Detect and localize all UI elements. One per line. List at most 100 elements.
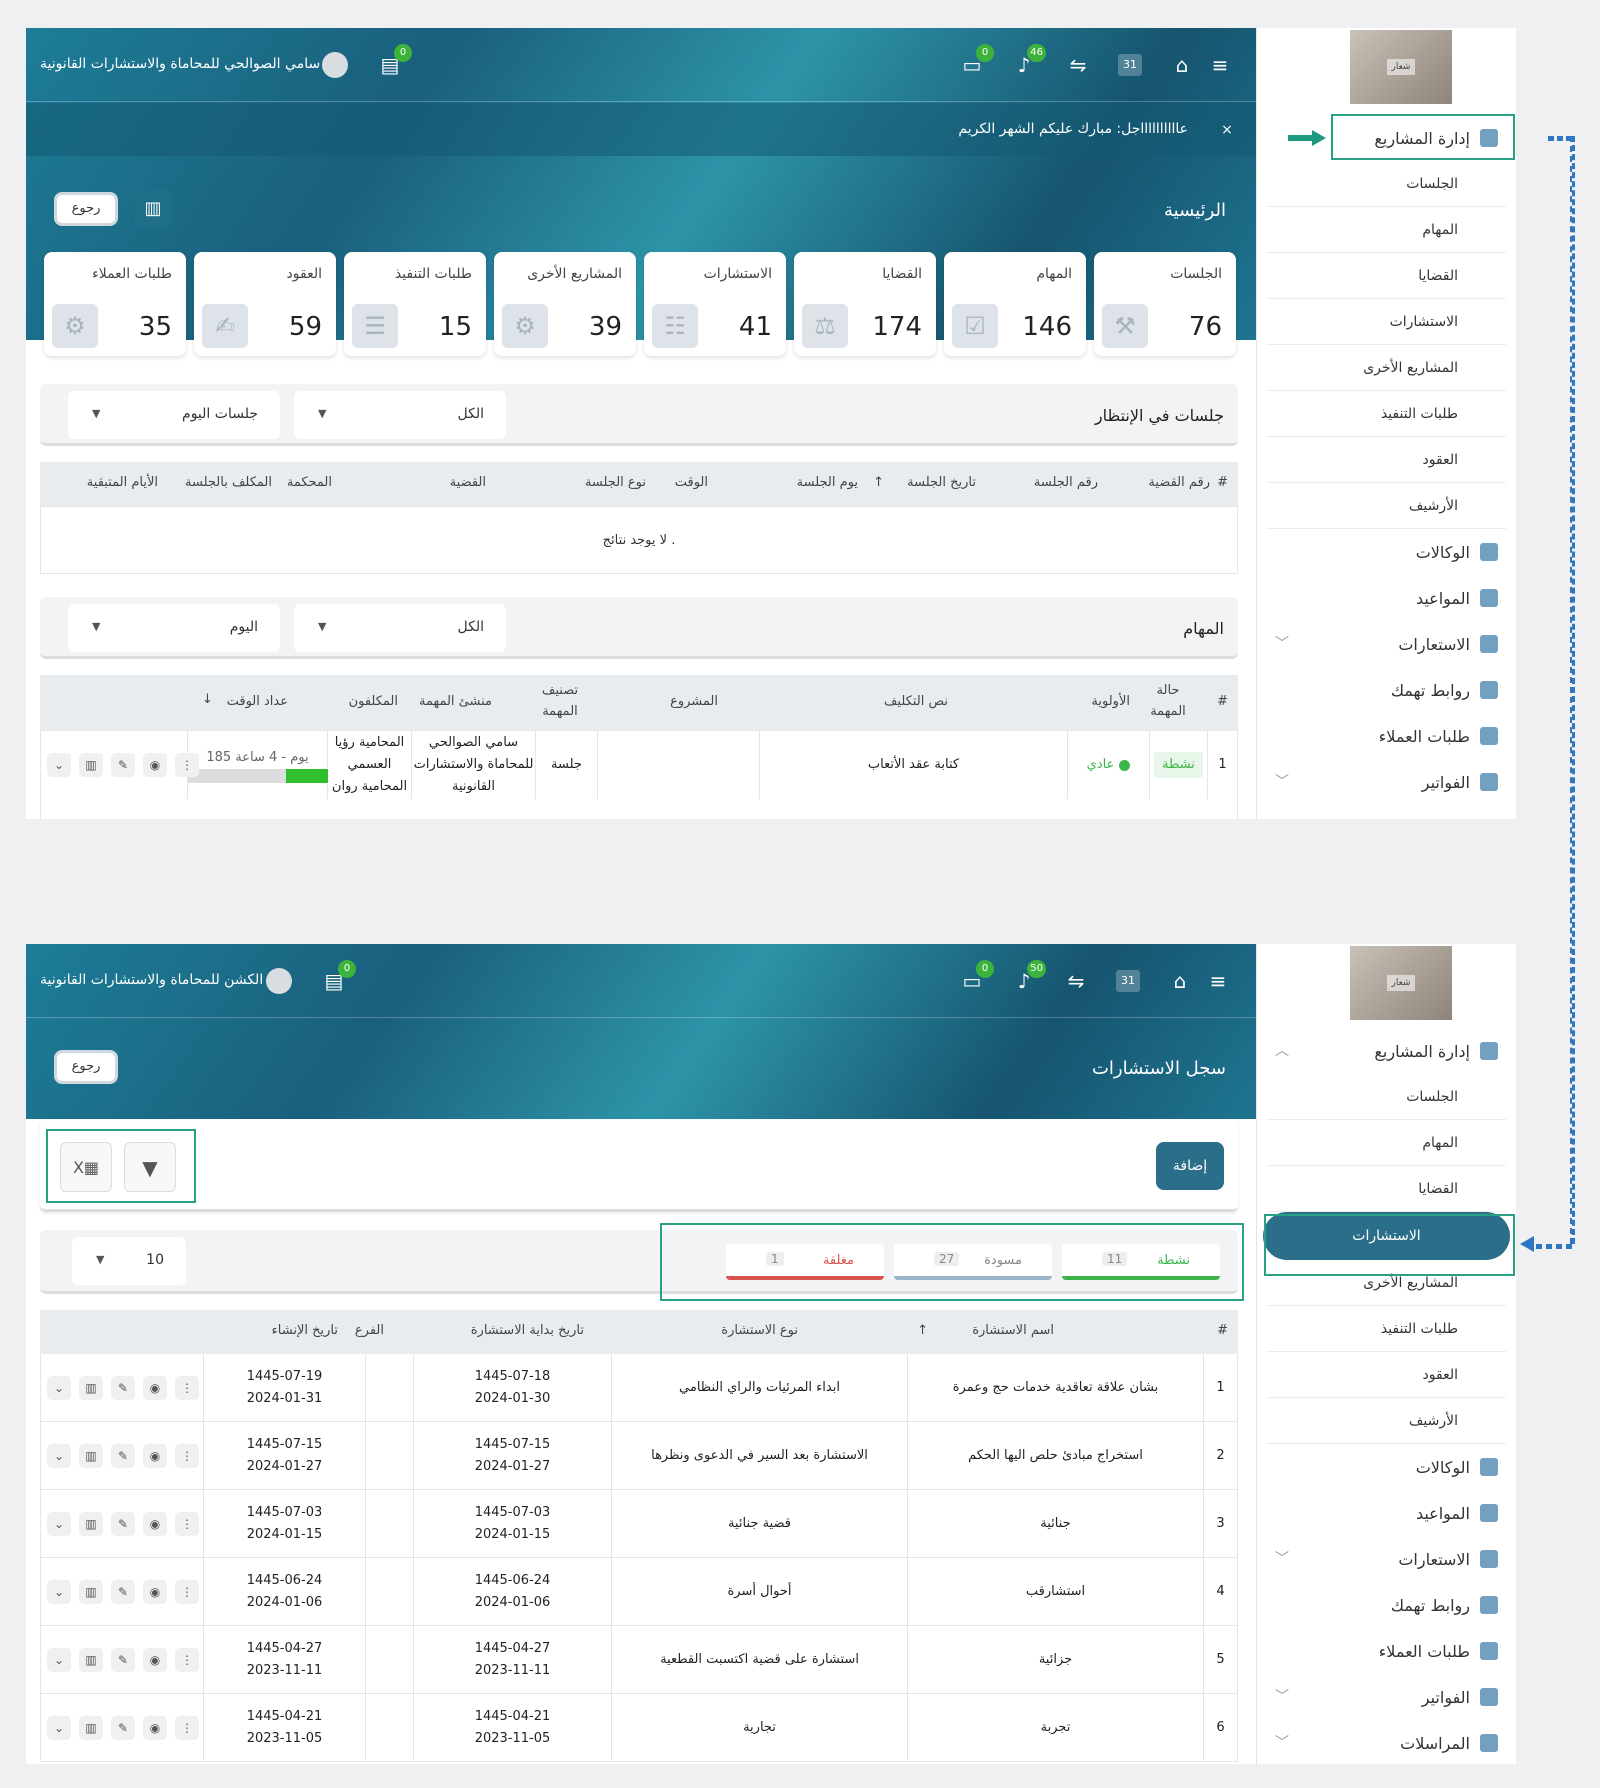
back-button[interactable]: رجوع — [54, 192, 118, 226]
sidebar-item[interactable]: طلبات العملاء — [1267, 1628, 1506, 1674]
menu-toggle-icon[interactable]: ≡ — [1206, 970, 1230, 992]
calendar-icon[interactable]: 31 — [1118, 54, 1142, 76]
stat-card[interactable]: الجلسات 76 ⚒ — [1094, 252, 1236, 356]
view-icon[interactable]: ◉ — [143, 1512, 167, 1536]
close-icon[interactable]: × — [1212, 115, 1242, 145]
column-header[interactable]: تاريخ الجلسة — [907, 475, 976, 490]
more-icon[interactable]: ⋮ — [175, 1376, 199, 1400]
sidebar-item[interactable]: المهام — [1267, 1120, 1506, 1166]
home-icon[interactable]: ⌂ — [1170, 54, 1194, 76]
user-avatar[interactable] — [322, 52, 348, 78]
tasks-filter-all[interactable]: الكل ▼ — [294, 604, 506, 652]
delete-icon[interactable]: ▥ — [79, 1580, 103, 1604]
column-header[interactable]: تاريخ الإنشاء — [272, 1323, 338, 1338]
sidebar-item[interactable]: الاستعارات ﹀ — [1267, 1536, 1506, 1582]
chat-icon[interactable]: ▤ 0 — [322, 960, 356, 992]
consultation-name[interactable]: استشارقب — [907, 1558, 1203, 1626]
edit-icon[interactable]: ✎ — [111, 1376, 135, 1400]
expand-icon[interactable]: ⌄ — [47, 753, 71, 777]
bell-icon[interactable]: ♪ 50 — [1012, 960, 1046, 992]
edit-icon[interactable]: ✎ — [111, 1580, 135, 1604]
toggle-icon[interactable]: ⇋ — [1064, 970, 1088, 992]
more-icon[interactable]: ⋮ — [175, 1444, 199, 1468]
sidebar-item[interactable]: المواعيد — [1267, 575, 1506, 621]
consultation-name[interactable]: جنائية — [907, 1490, 1203, 1558]
sidebar-item[interactable]: إدارة المشاريع ︿ — [1267, 1028, 1506, 1074]
column-header[interactable]: منشئ المهمة — [419, 692, 492, 713]
more-icon[interactable]: ⋮ — [175, 753, 199, 777]
sidebar-item[interactable]: الفواتير ﹀ — [1267, 759, 1506, 805]
home-icon[interactable]: ⌂ — [1168, 970, 1192, 992]
sessions-filter-day[interactable]: جلسات اليوم ▼ — [68, 391, 280, 439]
stat-card[interactable]: المهام 146 ☑ — [944, 252, 1086, 356]
sidebar-item[interactable]: الجلسات — [1267, 161, 1506, 207]
view-icon[interactable]: ◉ — [143, 1648, 167, 1672]
sort-up-icon[interactable]: ↑ — [917, 1323, 928, 1338]
expand-icon[interactable]: ⌄ — [47, 1648, 71, 1672]
edit-icon[interactable]: ✎ — [111, 1444, 135, 1468]
sidebar-item[interactable]: الأرشيف — [1267, 1398, 1506, 1444]
column-header[interactable]: نص التكليف — [884, 692, 948, 713]
edit-icon[interactable]: ✎ — [111, 753, 135, 777]
consultation-name[interactable]: جزائية — [907, 1626, 1203, 1694]
sort-up-icon[interactable]: ↑ — [873, 475, 884, 490]
delete-icon[interactable]: ▥ — [79, 1648, 103, 1672]
view-icon[interactable]: ◉ — [143, 1580, 167, 1604]
stat-card[interactable]: القضايا 174 ⚖ — [794, 252, 936, 356]
column-header[interactable]: # — [1217, 1323, 1228, 1338]
delete-icon[interactable]: ▥ — [79, 1376, 103, 1400]
column-header[interactable]: تاريخ بداية الاستشارة — [471, 1323, 584, 1338]
column-header[interactable]: # — [1217, 692, 1228, 713]
more-icon[interactable]: ⋮ — [175, 1580, 199, 1604]
delete-icon[interactable]: ▥ — [79, 1512, 103, 1536]
column-header[interactable]: حالة المهمة — [1138, 681, 1198, 723]
more-icon[interactable]: ⋮ — [175, 1512, 199, 1536]
chat-icon[interactable]: ▤ 0 — [378, 44, 412, 76]
sidebar-item[interactable]: الاستشارات — [1267, 299, 1506, 345]
more-icon[interactable]: ⋮ — [175, 1716, 199, 1740]
sidebar-item[interactable]: طلبات التنفيذ — [1267, 1306, 1506, 1352]
stat-card[interactable]: طلبات العملاء 35 ⚙ — [44, 252, 186, 356]
edit-icon[interactable]: ✎ — [111, 1648, 135, 1672]
message-icon[interactable]: ▭ 0 — [960, 44, 994, 76]
view-icon[interactable]: ◉ — [143, 753, 167, 777]
consultation-name[interactable]: استخراج مبادئ حلص اليها الحكم — [907, 1422, 1203, 1490]
stat-card[interactable]: المشاريع الأخرى 39 ⚙ — [494, 252, 636, 356]
tasks-filter-day[interactable]: اليوم ▼ — [68, 604, 280, 652]
add-button[interactable]: إضافة — [1156, 1142, 1224, 1190]
column-header[interactable]: المشروع — [670, 692, 718, 713]
view-icon[interactable]: ◉ — [143, 1444, 167, 1468]
stat-card[interactable]: طلبات التنفيذ 15 ☰ — [344, 252, 486, 356]
sidebar-item[interactable]: المواعيد — [1267, 1490, 1506, 1536]
column-header[interactable]: عداد الوقت — [227, 692, 288, 713]
delete-icon[interactable]: ▥ — [79, 1716, 103, 1740]
sidebar-item[interactable]: العقود — [1267, 437, 1506, 483]
user-avatar[interactable] — [266, 968, 292, 994]
stat-card[interactable]: العقود 59 ✍ — [194, 252, 336, 356]
sidebar-item[interactable]: طلبات العملاء — [1267, 713, 1506, 759]
expand-icon[interactable]: ⌄ — [47, 1716, 71, 1740]
delete-icon[interactable]: ▥ — [79, 753, 103, 777]
expand-icon[interactable]: ⌄ — [47, 1444, 71, 1468]
column-header[interactable]: نوع الجلسة — [585, 475, 646, 490]
expand-icon[interactable]: ⌄ — [47, 1376, 71, 1400]
sidebar-item[interactable]: العقود — [1267, 1352, 1506, 1398]
toggle-icon[interactable]: ⇋ — [1066, 54, 1090, 76]
column-header[interactable]: المكلف بالجلسة — [185, 475, 272, 490]
column-header[interactable]: يوم الجلسة — [797, 475, 858, 490]
view-icon[interactable]: ◉ — [143, 1376, 167, 1400]
column-header[interactable]: تصنيف المهمة — [530, 681, 590, 723]
column-header[interactable]: نوع الاستشارة — [721, 1323, 798, 1338]
back-button[interactable]: رجوع — [54, 1050, 118, 1084]
sessions-filter-all[interactable]: الكل ▼ — [294, 391, 506, 439]
edit-icon[interactable]: ✎ — [111, 1716, 135, 1740]
sidebar-item[interactable]: المهام — [1267, 207, 1506, 253]
sidebar-item[interactable]: طلبات التنفيذ — [1267, 391, 1506, 437]
expand-icon[interactable]: ⌄ — [47, 1512, 71, 1536]
message-icon[interactable]: ▭ 0 — [960, 960, 994, 992]
column-header[interactable]: المحكمة — [287, 475, 332, 490]
sidebar-item[interactable]: القضايا — [1267, 1166, 1506, 1212]
sidebar-item[interactable]: روابط تهمك — [1267, 1582, 1506, 1628]
sidebar-item[interactable]: الوكالات — [1267, 529, 1506, 575]
expand-icon[interactable]: ⌄ — [47, 1580, 71, 1604]
